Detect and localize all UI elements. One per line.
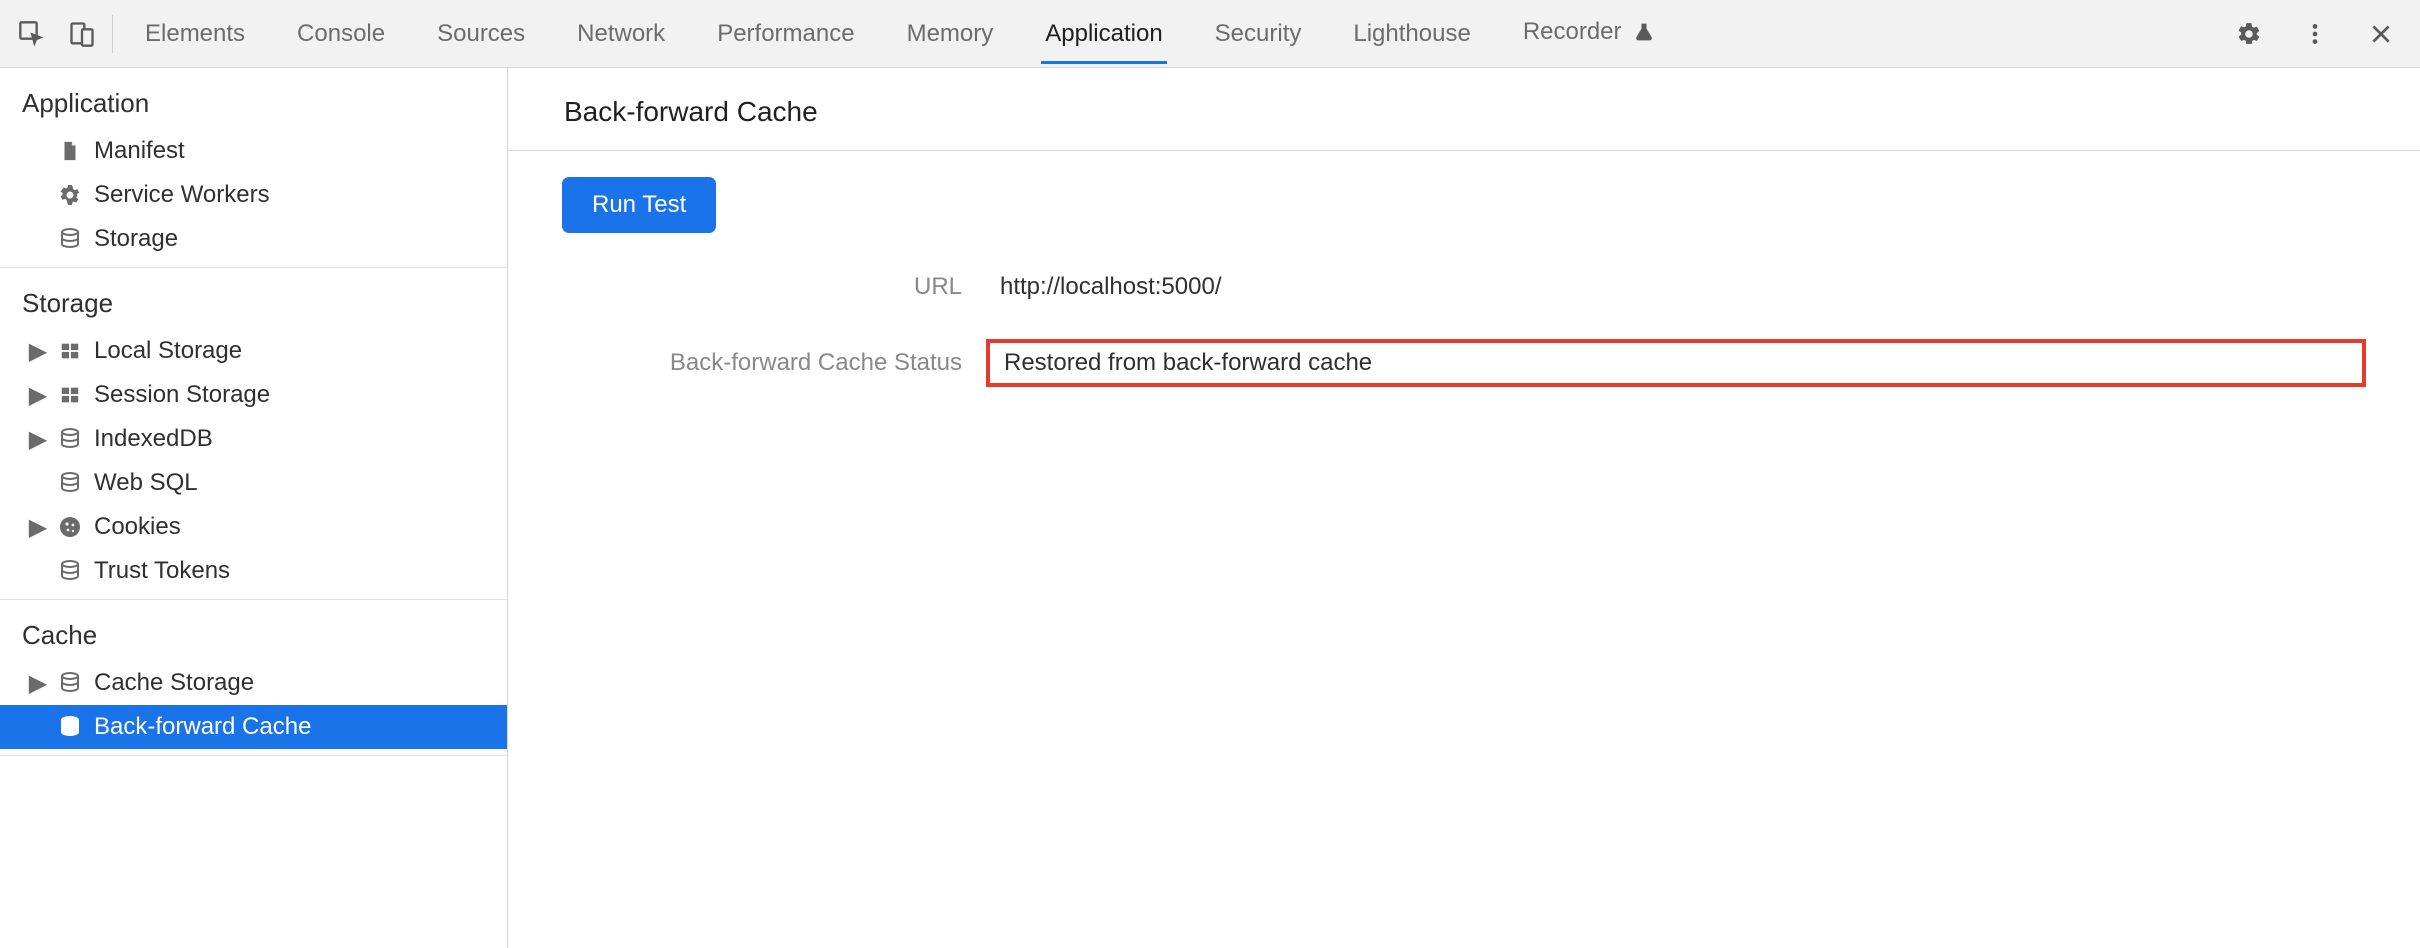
chevron-right-icon: ▶ <box>30 425 46 454</box>
details-grid: URL http://localhost:5000/ Back-forward … <box>562 267 2366 387</box>
tab-label: Memory <box>907 20 994 47</box>
db-icon <box>56 427 84 451</box>
db-icon <box>56 227 84 251</box>
tab-label: Application <box>1045 20 1162 47</box>
toolbar-divider <box>112 15 113 53</box>
sidebar-item-label: Service Workers <box>94 181 270 209</box>
sidebar-item-label: Trust Tokens <box>94 557 230 585</box>
tab-label: Network <box>577 20 665 47</box>
chevron-right-icon: ▶ <box>30 337 46 366</box>
sidebar-item-label: Back-forward Cache <box>94 713 311 741</box>
sidebar-item-label: Storage <box>94 225 178 253</box>
tab-performance[interactable]: Performance <box>713 4 858 64</box>
gear-icon <box>56 183 84 207</box>
page-title: Back-forward Cache <box>564 96 818 128</box>
beaker-icon <box>1634 21 1654 49</box>
row-label-url: URL <box>562 273 962 301</box>
tab-console[interactable]: Console <box>293 4 389 64</box>
group-divider <box>0 755 507 756</box>
db-icon <box>56 471 84 495</box>
more-vert-icon[interactable] <box>2302 21 2328 47</box>
devtools-toolbar: Elements Console Sources Network Perform… <box>0 0 2420 68</box>
sidebar-item-service-workers[interactable]: ▶ Service Workers <box>0 173 507 217</box>
tab-sources[interactable]: Sources <box>433 4 529 64</box>
sidebar-group-title: Cache <box>0 600 507 661</box>
table-icon <box>56 384 84 406</box>
content-header: Back-forward Cache <box>508 68 2420 151</box>
chevron-right-icon: ▶ <box>30 669 46 698</box>
tab-application[interactable]: Application <box>1041 4 1166 64</box>
tab-label: Recorder <box>1523 18 1622 45</box>
sidebar-item-cookies[interactable]: ▶ Cookies <box>0 505 507 549</box>
tab-memory[interactable]: Memory <box>903 4 998 64</box>
db-icon <box>56 559 84 583</box>
sidebar-group-title: Storage <box>0 268 507 329</box>
sidebar-item-web-sql[interactable]: ▶ Web SQL <box>0 461 507 505</box>
row-value-bfcache-status: Restored from back-forward cache <box>986 339 2366 387</box>
sidebar-item-storage[interactable]: ▶ Storage <box>0 217 507 261</box>
tab-label: Lighthouse <box>1353 20 1470 47</box>
cookie-icon <box>56 515 84 539</box>
row-label-bfcache-status: Back-forward Cache Status <box>562 349 962 377</box>
sidebar-item-cache-storage[interactable]: ▶ Cache Storage <box>0 661 507 705</box>
file-icon <box>56 138 84 164</box>
tab-recorder[interactable]: Recorder <box>1519 2 1658 65</box>
chevron-right-icon: ▶ <box>30 381 46 410</box>
sidebar-group-title: Application <box>0 68 507 129</box>
inspect-element-icon[interactable] <box>18 20 46 48</box>
sidebar-item-session-storage[interactable]: ▶ Session Storage <box>0 373 507 417</box>
db-icon <box>56 671 84 695</box>
tab-label: Performance <box>717 20 854 47</box>
sidebar-item-label: IndexedDB <box>94 425 213 453</box>
sidebar-item-back-forward-cache[interactable]: ▶ Back-forward Cache <box>0 705 507 749</box>
chevron-right-icon: ▶ <box>30 513 46 542</box>
content-body: Run Test URL http://localhost:5000/ Back… <box>508 151 2420 413</box>
tab-label: Elements <box>145 20 245 47</box>
sidebar-item-trust-tokens[interactable]: ▶ Trust Tokens <box>0 549 507 593</box>
sidebar-item-label: Manifest <box>94 137 185 165</box>
settings-gear-icon[interactable] <box>2236 21 2262 47</box>
tab-lighthouse[interactable]: Lighthouse <box>1349 4 1474 64</box>
tab-label: Console <box>297 20 385 47</box>
sidebar-item-label: Cookies <box>94 513 181 541</box>
content-pane: Back-forward Cache Run Test URL http://l… <box>508 68 2420 948</box>
sidebar-item-local-storage[interactable]: ▶ Local Storage <box>0 329 507 373</box>
close-devtools-icon[interactable] <box>2368 21 2394 47</box>
tab-elements[interactable]: Elements <box>141 4 249 64</box>
run-test-button[interactable]: Run Test <box>562 177 716 233</box>
sidebar-item-label: Local Storage <box>94 337 242 365</box>
row-value-url: http://localhost:5000/ <box>986 267 2366 307</box>
toolbar-right-group <box>2236 21 2400 47</box>
table-icon <box>56 340 84 362</box>
sidebar-item-label: Web SQL <box>94 469 198 497</box>
sidebar-item-label: Session Storage <box>94 381 270 409</box>
tab-security[interactable]: Security <box>1211 4 1306 64</box>
toolbar-left-group <box>18 20 96 48</box>
db-icon <box>56 715 84 739</box>
tab-network[interactable]: Network <box>573 4 669 64</box>
sidebar-item-manifest[interactable]: ▶ Manifest <box>0 129 507 173</box>
tab-label: Security <box>1215 20 1302 47</box>
sidebar-item-label: Cache Storage <box>94 669 254 697</box>
sidebar-item-indexeddb[interactable]: ▶ IndexedDB <box>0 417 507 461</box>
device-toolbar-icon[interactable] <box>68 20 96 48</box>
main-tabs: Elements Console Sources Network Perform… <box>141 2 1658 65</box>
tab-label: Sources <box>437 20 525 47</box>
application-sidebar: Application ▶ Manifest ▶ Service Workers… <box>0 68 508 948</box>
